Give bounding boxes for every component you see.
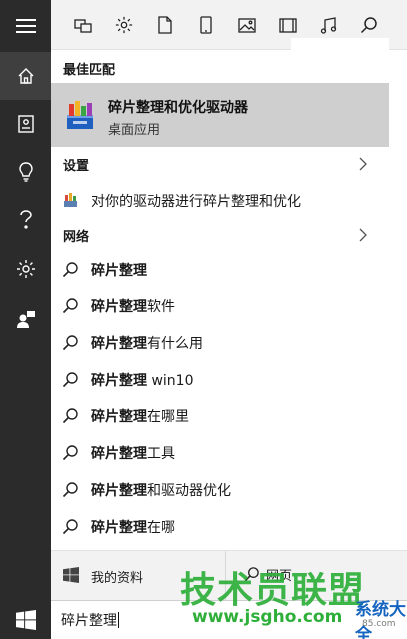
document-icon[interactable] [153,13,177,37]
web-suggestion-label: 碎片整理软件 [91,299,175,315]
video-icon[interactable] [276,13,300,37]
results-panel: 最佳匹配 碎片整理和优化驱动器 桌面应用 设置 对你的驱动器进行碎片整理和优化 … [51,50,407,550]
apps-icon[interactable] [71,13,95,37]
web-suggestion[interactable]: 碎片整理软件 [51,289,389,321]
help-icon[interactable] [0,196,51,244]
web-suggestion[interactable]: 碎片整理工具 [51,436,389,468]
web-suggestion-label: 碎片整理 [91,263,147,279]
chevron-right-icon [359,228,367,242]
best-match-title: 碎片整理和优化驱动器 [108,100,248,116]
chevron-right-icon [359,157,367,171]
search-input[interactable]: 碎片整理 [51,600,407,639]
search-icon [62,298,78,314]
lightbulb-icon[interactable] [0,148,51,196]
left-rail [0,0,51,639]
web-suggestion-label: 碎片整理在哪里 [91,409,189,425]
search-icon [62,262,78,278]
web-suggestion-label: 碎片整理在哪 [91,520,175,536]
web-suggestion-label: 碎片整理有什么用 [91,336,203,352]
gear-icon[interactable] [112,13,136,37]
home-icon[interactable] [0,52,51,100]
settings-item[interactable]: 对你的驱动器进行碎片整理和优化 [51,184,389,216]
web-header: 网络 [63,230,90,245]
music-icon[interactable] [317,13,341,37]
search-input-value: 碎片整理 [61,612,119,629]
search-icon[interactable] [357,13,381,37]
best-match-subtitle: 桌面应用 [108,123,161,138]
web-suggestion-label: 碎片整理 win10 [91,373,194,389]
search-icon [62,372,78,388]
notebook-icon[interactable] [0,100,51,148]
web-header-row[interactable]: 网络 [51,218,389,252]
web-suggestion-label: 碎片整理和驱动器优化 [91,483,231,499]
web-suggestion[interactable]: 碎片整理在哪 [51,510,389,542]
search-icon [62,408,78,424]
windows-icon [15,609,36,630]
web-suggestion[interactable]: 碎片整理有什么用 [51,326,389,358]
search-icon [62,519,78,535]
defrag-app-icon [67,101,93,129]
text-caret [118,612,119,628]
scope-bar: 我的资料 网页 [51,550,407,600]
feedback-icon[interactable] [0,295,51,343]
start-button[interactable] [0,600,51,639]
web-suggestion[interactable]: 碎片整理和驱动器优化 [51,473,389,505]
search-icon [62,335,78,351]
search-icon [244,567,259,582]
filter-bar [51,0,407,100]
search-icon [62,482,78,498]
settings-item-label: 对你的驱动器进行碎片整理和优化 [91,194,301,210]
photo-icon[interactable] [235,13,259,37]
defrag-settings-icon [64,193,77,207]
web-suggestion-label: 碎片整理工具 [91,446,175,462]
settings-header: 设置 [63,159,90,174]
best-match-header: 最佳匹配 [63,63,116,78]
settings-header-row[interactable]: 设置 [51,147,389,181]
tablet-icon[interactable] [194,13,218,37]
my-stuff-label: 我的资料 [91,571,144,586]
settings-gear-icon[interactable] [0,245,51,293]
windows-icon [63,567,79,583]
web-suggestion[interactable]: 碎片整理在哪里 [51,399,389,431]
web-suggestion[interactable]: 碎片整理 win10 [51,363,389,395]
web-scope-label: 网页 [266,569,293,584]
search-icon [62,445,78,461]
hamburger-menu-icon[interactable] [0,2,51,50]
web-suggestion[interactable]: 碎片整理 [51,253,389,285]
my-stuff-button[interactable]: 我的资料 [51,551,226,600]
best-match-item[interactable]: 碎片整理和优化驱动器 桌面应用 [51,83,389,147]
